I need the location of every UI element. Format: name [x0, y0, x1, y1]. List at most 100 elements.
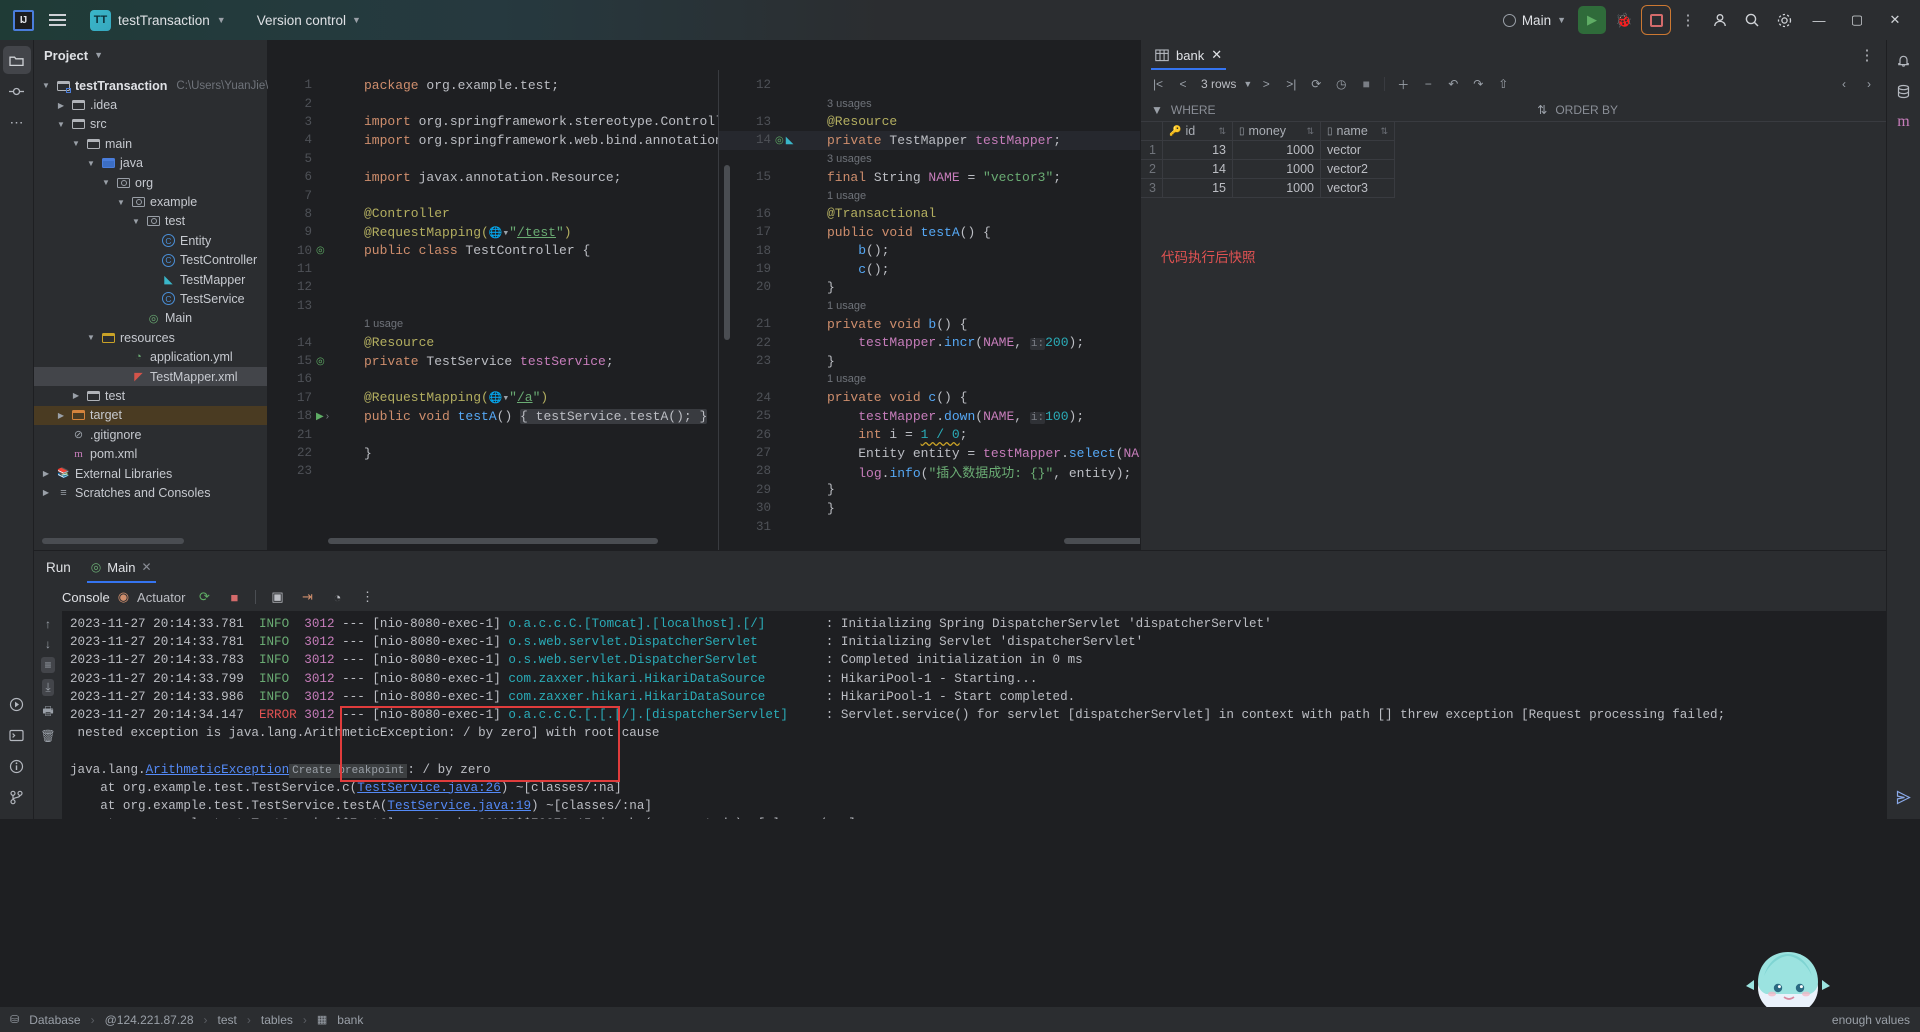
status-item-table[interactable]: bank: [337, 1013, 363, 1027]
tree-item-testmapper[interactable]: ◣ TestMapper: [34, 270, 267, 289]
tree-item-entity[interactable]: C Entity: [34, 231, 267, 250]
refresh-icon[interactable]: ⟳: [1305, 73, 1327, 95]
ai-assistant-button[interactable]: [1890, 783, 1918, 811]
soft-wrap-icon[interactable]: ≡: [41, 657, 55, 673]
tree-item-testtransaction[interactable]: ▼ testTransaction C:\Users\YuanJie\Ide: [34, 76, 284, 95]
stop-icon[interactable]: ■: [1355, 73, 1377, 95]
chevron-down-icon[interactable]: ▼: [130, 217, 142, 226]
tree-item-pom-xml[interactable]: m pom.xml: [34, 444, 267, 463]
prev-page-button[interactable]: <: [1172, 73, 1194, 95]
chevron-right-icon[interactable]: ▶: [70, 391, 82, 400]
run-configuration-selector[interactable]: Main ▼: [1495, 10, 1574, 31]
cell-name[interactable]: vector: [1321, 141, 1395, 160]
ide-logo[interactable]: IJ: [8, 5, 38, 35]
stop-button[interactable]: [1641, 5, 1671, 35]
cell-name[interactable]: vector2: [1321, 160, 1395, 179]
database-tool-button[interactable]: [1890, 77, 1918, 105]
sort-toggle-icon[interactable]: ⇅: [1218, 126, 1226, 137]
minimize-button[interactable]: —: [1802, 6, 1836, 34]
table-row[interactable]: 3 15 1000 vector3: [1141, 179, 1886, 198]
run-button[interactable]: ▶: [1578, 6, 1606, 34]
db-tab-bank[interactable]: bank ✕: [1151, 40, 1227, 70]
clear-icon[interactable]: 🗑: [40, 729, 55, 743]
upload-icon[interactable]: ⇧: [1492, 73, 1514, 95]
more-actions-button[interactable]: ⋮: [1674, 6, 1702, 34]
chevron-down-icon[interactable]: ▼: [40, 81, 52, 90]
cell-money[interactable]: 1000: [1233, 141, 1321, 160]
account-button[interactable]: [1706, 6, 1734, 34]
scroll-down-icon[interactable]: ↓: [45, 637, 51, 651]
scroll-up-icon[interactable]: ↑: [45, 617, 51, 631]
cell-id[interactable]: 14: [1163, 160, 1233, 179]
editor-right-vscrollbar[interactable]: [724, 165, 730, 340]
tree-item-src[interactable]: ▼ src: [34, 115, 267, 134]
first-page-button[interactable]: |<: [1147, 73, 1169, 95]
tree-item-target[interactable]: ▶ target: [34, 405, 267, 426]
camera-icon[interactable]: ▣: [266, 586, 288, 608]
tree-item-test[interactable]: ▼ test: [34, 212, 267, 231]
revert-icon[interactable]: ↶: [1442, 73, 1464, 95]
run-tab-main[interactable]: ◎ Main ✕: [86, 551, 156, 583]
chevron-down-icon[interactable]: ▼: [100, 178, 112, 187]
bean-nav-icon[interactable]: ◎: [775, 135, 784, 146]
debug-button[interactable]: 🐞: [1610, 6, 1638, 34]
version-control-tool-button[interactable]: [3, 783, 31, 811]
tree-item-org[interactable]: ▼ org: [34, 173, 267, 192]
table-row[interactable]: 1 13 1000 vector: [1141, 141, 1886, 160]
search-button[interactable]: [1738, 6, 1766, 34]
chevron-right-icon[interactable]: ▶: [55, 411, 67, 420]
chevron-down-icon[interactable]: ▼: [94, 50, 103, 60]
tree-item-main[interactable]: ◎ Main: [34, 309, 267, 328]
gutter-icons[interactable]: ◎ ◣: [771, 135, 809, 146]
folded-code-block[interactable]: { testService.testA(); }: [520, 408, 708, 424]
history-icon[interactable]: ◷: [1330, 73, 1352, 95]
sort-icon[interactable]: ⇅: [1537, 103, 1547, 117]
tree-item-external-libraries[interactable]: ▶ 📚 External Libraries: [34, 464, 267, 483]
print-icon[interactable]: 🖶: [42, 702, 53, 723]
project-tool-button[interactable]: [2, 46, 31, 74]
tree-item-test[interactable]: ▶ test: [34, 386, 267, 405]
next-page-button[interactable]: >: [1255, 73, 1277, 95]
run-tool-button[interactable]: [3, 690, 31, 718]
main-menu-button[interactable]: [42, 5, 72, 35]
tree-item-application-yml[interactable]: ◔ application.yml: [34, 347, 267, 366]
gutter-icons[interactable]: ▶ ›: [312, 411, 350, 422]
more-tool-windows-button[interactable]: ⋯: [3, 108, 31, 136]
db-options-button[interactable]: ⋮: [1856, 44, 1878, 66]
close-button[interactable]: ✕: [1878, 6, 1912, 34]
chevron-right-icon[interactable]: ▶: [55, 101, 67, 110]
sort-toggle-icon[interactable]: ⇅: [1306, 126, 1314, 137]
chevron-down-icon[interactable]: ▼: [85, 159, 97, 168]
page-next-icon[interactable]: ›: [1858, 73, 1880, 95]
problems-tool-button[interactable]: [3, 752, 31, 780]
last-page-button[interactable]: >|: [1280, 73, 1302, 95]
project-selector[interactable]: TT testTransaction ▼: [82, 7, 234, 34]
add-row-icon[interactable]: ＋: [1392, 73, 1414, 95]
source-file-link[interactable]: TestService.java:26: [357, 781, 501, 795]
grid-column-header-money[interactable]: ▯ money ⇅: [1233, 122, 1321, 141]
tree-item-gitignore[interactable]: ⊘ .gitignore: [34, 425, 267, 444]
export-icon[interactable]: ⇥: [296, 586, 318, 608]
chevron-right-icon[interactable]: ▶: [40, 469, 52, 478]
tree-item-resources[interactable]: ▼ resources: [34, 328, 267, 347]
globe-icon[interactable]: 🌐▾: [489, 393, 509, 405]
cell-name[interactable]: vector3: [1321, 179, 1395, 198]
tree-item-example[interactable]: ▼ example: [34, 192, 267, 211]
console-output[interactable]: 2023-11-27 20:14:33.781 INFO 3012 --- [n…: [62, 611, 1886, 819]
sort-toggle-icon[interactable]: ⇅: [1380, 126, 1388, 137]
stop-icon[interactable]: ■: [223, 586, 245, 608]
chevron-down-icon[interactable]: ▼: [1243, 79, 1252, 89]
close-icon[interactable]: ✕: [141, 560, 151, 574]
version-control-button[interactable]: Version control ▼: [248, 10, 370, 31]
tree-item-testmapper-xml[interactable]: ◤ TestMapper.xml: [34, 366, 267, 387]
chevron-down-icon[interactable]: ▼: [85, 333, 97, 342]
breakpoint-hint[interactable]: Create breakpoint: [289, 763, 408, 778]
page-prev-icon[interactable]: ‹: [1833, 73, 1855, 95]
cell-money[interactable]: 1000: [1233, 160, 1321, 179]
project-tree[interactable]: ▼ testTransaction C:\Users\YuanJie\Ide ▶ .id…: [34, 70, 284, 503]
commit-tool-button[interactable]: [3, 77, 31, 105]
maximize-button[interactable]: ▢: [1840, 6, 1874, 34]
status-item-tables[interactable]: tables: [261, 1013, 293, 1027]
tree-item-testcontroller[interactable]: C TestController: [34, 251, 267, 270]
tree-item-java[interactable]: ▼ java: [34, 154, 267, 173]
